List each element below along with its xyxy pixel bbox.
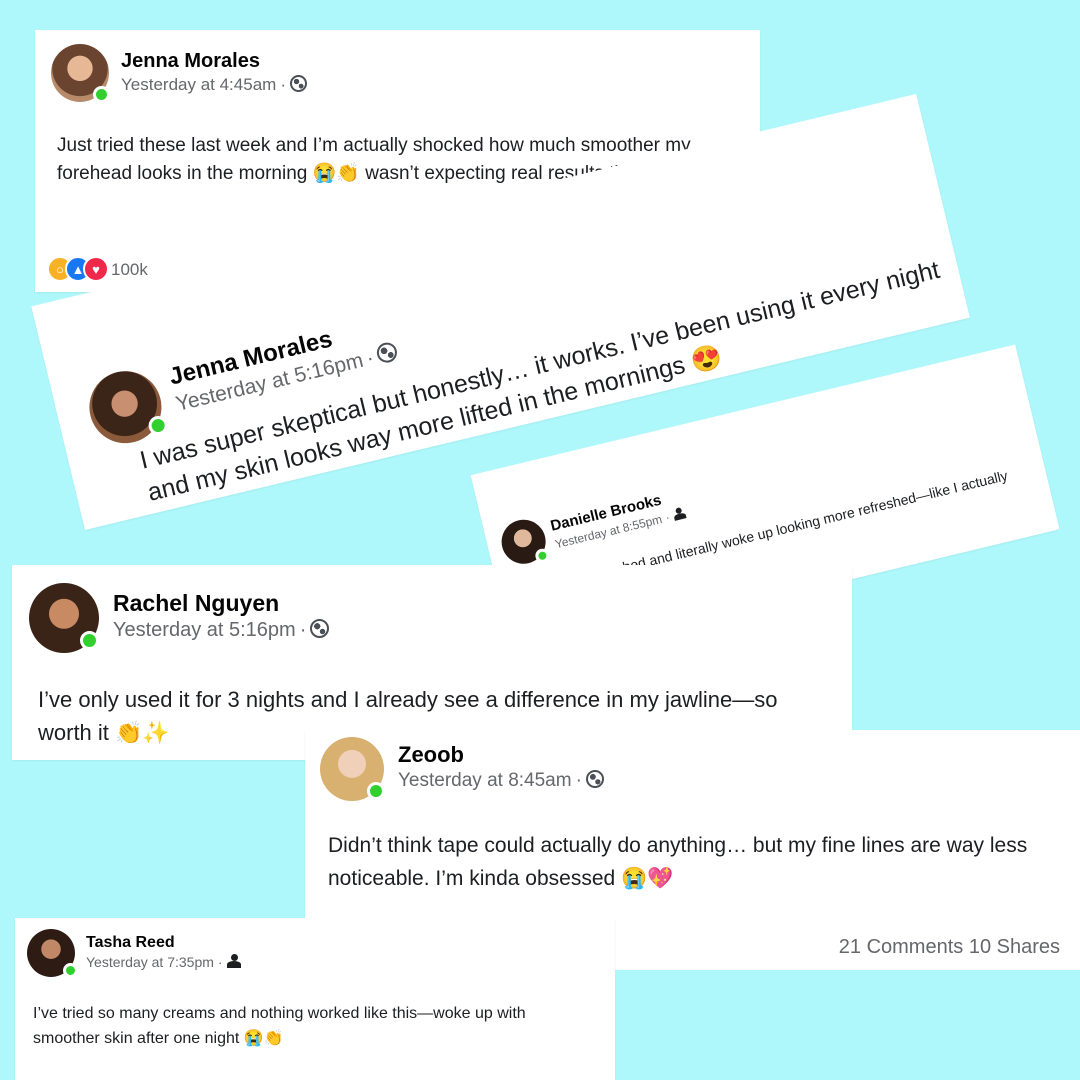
post-timestamp[interactable]: Yesterday at 8:45am · <box>398 769 604 792</box>
author-name[interactable]: Jenna Morales <box>121 50 260 73</box>
author-name[interactable]: Tasha Reed <box>86 934 175 952</box>
friends-icon <box>226 954 241 969</box>
post-card-tasha: Tasha Reed Yesterday at 7:35pm · I’ve tri… <box>15 918 615 1080</box>
globe-icon <box>585 769 604 788</box>
timestamp-text[interactable]: Yesterday at 4:45am <box>121 75 276 94</box>
friends-icon <box>672 506 687 521</box>
online-status-dot <box>80 631 99 650</box>
timestamp-text[interactable]: Yesterday at 8:45am <box>398 770 572 791</box>
background-block <box>615 970 1080 1080</box>
post-timestamp[interactable]: Yesterday at 7:35pm · <box>86 954 241 970</box>
avatar[interactable] <box>82 363 169 451</box>
post-text: I’ve tried so many creams and nothing wo… <box>33 1005 526 1047</box>
post-text: Didn’t think tape could actually do anyt… <box>328 834 1028 890</box>
online-status-dot <box>533 547 551 565</box>
shares-count[interactable]: 10 Shares <box>969 936 1060 958</box>
post-timestamp[interactable]: Yesterday at 4:45am · <box>121 75 307 95</box>
globe-icon <box>310 619 330 639</box>
post-timestamp[interactable]: Yesterday at 5:16pm· <box>113 619 330 642</box>
comments-count[interactable]: 21 Comments <box>839 936 964 958</box>
author-name[interactable]: Rachel Nguyen <box>113 590 279 617</box>
online-status-dot <box>63 963 78 978</box>
globe-icon <box>289 75 307 93</box>
online-status-dot <box>367 782 385 800</box>
reaction-count[interactable]: 100k <box>111 260 148 280</box>
engagement-stats: 21 Comments 10 Shares <box>839 936 1060 959</box>
globe-icon <box>374 341 399 366</box>
love-icon[interactable]: ♥ <box>83 256 109 282</box>
online-status-dot <box>93 86 110 103</box>
timestamp-text[interactable]: Yesterday at 7:35pm <box>86 954 214 970</box>
author-name[interactable]: Zeoob <box>398 742 464 768</box>
timestamp-text[interactable]: Yesterday at 5:16pm <box>113 619 296 641</box>
